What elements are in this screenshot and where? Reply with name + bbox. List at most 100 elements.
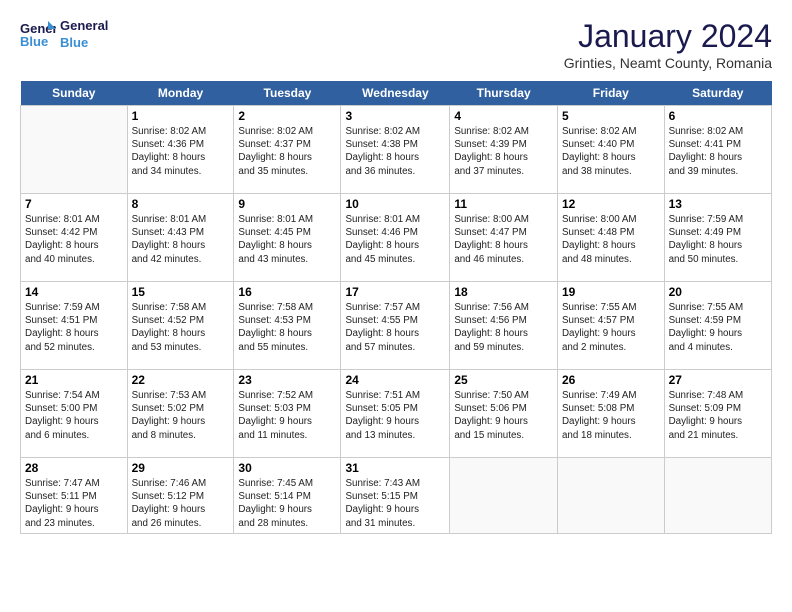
cell-content: Sunrise: 7:58 AM Sunset: 4:52 PM Dayligh…: [132, 301, 230, 354]
day-header-wednesday: Wednesday: [341, 81, 450, 106]
date-number: 23: [238, 373, 336, 387]
cell-content: Sunrise: 7:53 AM Sunset: 5:02 PM Dayligh…: [132, 389, 230, 442]
calendar-cell: 10 Sunrise: 8:01 AM Sunset: 4:46 PM Dayli…: [341, 194, 450, 282]
calendar-cell: 1Sunrise: 8:02 AM Sunset: 4:36 PM Daylig…: [127, 106, 234, 194]
date-number: 15: [132, 285, 230, 299]
subtitle: Grinties, Neamt County, Romania: [564, 55, 772, 71]
date-number: 8: [132, 197, 230, 211]
date-number: 5: [562, 109, 660, 123]
cell-content: Sunrise: 8:02 AM Sunset: 4:37 PM Dayligh…: [238, 125, 336, 178]
week-row-3: 14 Sunrise: 7:59 AM Sunset: 4:51 PM Dayli…: [21, 282, 772, 370]
cell-content: Sunrise: 8:01 AM Sunset: 4:45 PM Dayligh…: [238, 213, 336, 266]
cell-content: Sunrise: 7:55 AM Sunset: 4:57 PM Dayligh…: [562, 301, 660, 354]
day-header-saturday: Saturday: [664, 81, 771, 106]
title-area: January 2024 Grinties, Neamt County, Rom…: [564, 18, 772, 71]
calendar-cell: 27Sunrise: 7:48 AM Sunset: 5:09 PM Dayli…: [664, 370, 771, 458]
calendar-table: SundayMondayTuesdayWednesdayThursdayFrid…: [20, 81, 772, 534]
date-number: 26: [562, 373, 660, 387]
header-area: General Blue GeneralBlue January 2024 Gr…: [20, 18, 772, 71]
date-number: 29: [132, 461, 230, 475]
cell-content: Sunrise: 7:57 AM Sunset: 4:55 PM Dayligh…: [345, 301, 445, 354]
date-number: 13: [669, 197, 767, 211]
cell-content: Sunrise: 7:59 AM Sunset: 4:49 PM Dayligh…: [669, 213, 767, 266]
day-header-row: SundayMondayTuesdayWednesdayThursdayFrid…: [21, 81, 772, 106]
calendar-cell: 8 Sunrise: 8:01 AM Sunset: 4:43 PM Daylig…: [127, 194, 234, 282]
calendar-cell: 30 Sunrise: 7:45 AM Sunset: 5:14 PM Dayli…: [234, 458, 341, 534]
cell-content: Sunrise: 7:45 AM Sunset: 5:14 PM Dayligh…: [238, 477, 336, 530]
cell-content: Sunrise: 7:50 AM Sunset: 5:06 PM Dayligh…: [454, 389, 553, 442]
calendar-cell: 21 Sunrise: 7:54 AM Sunset: 5:00 PM Dayli…: [21, 370, 128, 458]
date-number: 12: [562, 197, 660, 211]
calendar-cell: 12 Sunrise: 8:00 AM Sunset: 4:48 PM Dayli…: [557, 194, 664, 282]
date-number: 2: [238, 109, 336, 123]
date-number: 4: [454, 109, 553, 123]
date-number: 6: [669, 109, 767, 123]
cell-content: Sunrise: 7:54 AM Sunset: 5:00 PM Dayligh…: [25, 389, 123, 442]
cell-content: Sunrise: 8:01 AM Sunset: 4:46 PM Dayligh…: [345, 213, 445, 266]
day-header-monday: Monday: [127, 81, 234, 106]
date-number: 27: [669, 373, 767, 387]
cell-content: Sunrise: 8:01 AM Sunset: 4:42 PM Dayligh…: [25, 213, 123, 266]
logo-text: GeneralBlue: [60, 18, 108, 52]
calendar-cell: 11 Sunrise: 8:00 AM Sunset: 4:47 PM Dayli…: [450, 194, 558, 282]
date-number: 18: [454, 285, 553, 299]
calendar-cell: 23 Sunrise: 7:52 AM Sunset: 5:03 PM Dayli…: [234, 370, 341, 458]
calendar-cell: 31Sunrise: 7:43 AM Sunset: 5:15 PM Dayli…: [341, 458, 450, 534]
cell-content: Sunrise: 8:02 AM Sunset: 4:36 PM Dayligh…: [132, 125, 230, 178]
main-title: January 2024: [564, 18, 772, 55]
calendar-cell: 2 Sunrise: 8:02 AM Sunset: 4:37 PM Daylig…: [234, 106, 341, 194]
week-row-1: 1Sunrise: 8:02 AM Sunset: 4:36 PM Daylig…: [21, 106, 772, 194]
calendar-cell: 13 Sunrise: 7:59 AM Sunset: 4:49 PM Dayli…: [664, 194, 771, 282]
calendar-cell: 16 Sunrise: 7:58 AM Sunset: 4:53 PM Dayli…: [234, 282, 341, 370]
cell-content: Sunrise: 8:00 AM Sunset: 4:48 PM Dayligh…: [562, 213, 660, 266]
day-header-friday: Friday: [557, 81, 664, 106]
cell-content: Sunrise: 7:51 AM Sunset: 5:05 PM Dayligh…: [345, 389, 445, 442]
calendar-cell: 20 Sunrise: 7:55 AM Sunset: 4:59 PM Dayli…: [664, 282, 771, 370]
calendar-cell: 28 Sunrise: 7:47 AM Sunset: 5:11 PM Dayli…: [21, 458, 128, 534]
calendar-body: 1Sunrise: 8:02 AM Sunset: 4:36 PM Daylig…: [21, 106, 772, 534]
logo-icon: General Blue: [20, 19, 56, 51]
cell-content: Sunrise: 7:52 AM Sunset: 5:03 PM Dayligh…: [238, 389, 336, 442]
calendar-cell: [450, 458, 558, 534]
cell-content: Sunrise: 8:02 AM Sunset: 4:38 PM Dayligh…: [345, 125, 445, 178]
calendar-cell: 25Sunrise: 7:50 AM Sunset: 5:06 PM Dayli…: [450, 370, 558, 458]
cell-content: Sunrise: 7:46 AM Sunset: 5:12 PM Dayligh…: [132, 477, 230, 530]
date-number: 28: [25, 461, 123, 475]
calendar-cell: 4Sunrise: 8:02 AM Sunset: 4:39 PM Daylig…: [450, 106, 558, 194]
calendar-cell: 29 Sunrise: 7:46 AM Sunset: 5:12 PM Dayli…: [127, 458, 234, 534]
calendar-cell: 7 Sunrise: 8:01 AM Sunset: 4:42 PM Daylig…: [21, 194, 128, 282]
date-number: 30: [238, 461, 336, 475]
cell-content: Sunrise: 8:00 AM Sunset: 4:47 PM Dayligh…: [454, 213, 553, 266]
date-number: 14: [25, 285, 123, 299]
cell-content: Sunrise: 7:59 AM Sunset: 4:51 PM Dayligh…: [25, 301, 123, 354]
date-number: 17: [345, 285, 445, 299]
date-number: 20: [669, 285, 767, 299]
date-number: 16: [238, 285, 336, 299]
cell-content: Sunrise: 7:56 AM Sunset: 4:56 PM Dayligh…: [454, 301, 553, 354]
calendar-cell: 9 Sunrise: 8:01 AM Sunset: 4:45 PM Daylig…: [234, 194, 341, 282]
date-number: 7: [25, 197, 123, 211]
calendar-cell: [557, 458, 664, 534]
date-number: 22: [132, 373, 230, 387]
cell-content: Sunrise: 7:47 AM Sunset: 5:11 PM Dayligh…: [25, 477, 123, 530]
cell-content: Sunrise: 7:43 AM Sunset: 5:15 PM Dayligh…: [345, 477, 445, 530]
calendar-cell: 22 Sunrise: 7:53 AM Sunset: 5:02 PM Dayli…: [127, 370, 234, 458]
cell-content: Sunrise: 7:58 AM Sunset: 4:53 PM Dayligh…: [238, 301, 336, 354]
calendar-cell: 14 Sunrise: 7:59 AM Sunset: 4:51 PM Dayli…: [21, 282, 128, 370]
date-number: 21: [25, 373, 123, 387]
cell-content: Sunrise: 8:02 AM Sunset: 4:40 PM Dayligh…: [562, 125, 660, 178]
logo: General Blue GeneralBlue: [20, 18, 108, 52]
week-row-2: 7 Sunrise: 8:01 AM Sunset: 4:42 PM Daylig…: [21, 194, 772, 282]
cell-content: Sunrise: 7:55 AM Sunset: 4:59 PM Dayligh…: [669, 301, 767, 354]
calendar-cell: [21, 106, 128, 194]
date-number: 9: [238, 197, 336, 211]
week-row-5: 28 Sunrise: 7:47 AM Sunset: 5:11 PM Dayli…: [21, 458, 772, 534]
date-number: 3: [345, 109, 445, 123]
date-number: 24: [345, 373, 445, 387]
calendar-cell: 19Sunrise: 7:55 AM Sunset: 4:57 PM Dayli…: [557, 282, 664, 370]
day-header-sunday: Sunday: [21, 81, 128, 106]
date-number: 11: [454, 197, 553, 211]
calendar-cell: 6Sunrise: 8:02 AM Sunset: 4:41 PM Daylig…: [664, 106, 771, 194]
date-number: 10: [345, 197, 445, 211]
cell-content: Sunrise: 8:01 AM Sunset: 4:43 PM Dayligh…: [132, 213, 230, 266]
